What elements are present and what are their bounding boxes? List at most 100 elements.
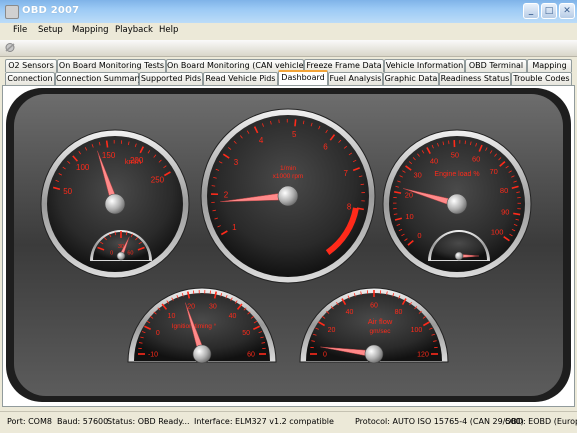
speed-mini-label: 60 (127, 251, 133, 257)
load-gauge-label: 100 (491, 228, 504, 237)
status-interface: Interface: ELM327 v1.2 compatible (194, 417, 334, 426)
timing-label: 10 (168, 313, 176, 320)
menu-file[interactable]: File (13, 25, 27, 35)
tab-vehicle-information[interactable]: Vehicle Information (384, 59, 465, 72)
window-title: OBD 2007 (22, 5, 79, 16)
rpm-gauge: 1 2 3 4 5 6 7 8 1/minx1000 rpm (201, 109, 375, 283)
airflow-label-line2: gm/sec (370, 328, 392, 335)
load-gauge-label: 80 (500, 186, 508, 195)
tab-read-vehicle-pids[interactable]: Read Vehicle Pids (203, 72, 278, 85)
speed-gauge-label: 100 (76, 163, 90, 172)
rpm-gauge-tick (361, 184, 364, 185)
airflow-hub (365, 345, 383, 363)
load-hub (447, 194, 467, 214)
speed-gauge-label: 250 (151, 175, 165, 184)
load-gauge: 0102030405060708090100Engine load % (383, 130, 531, 278)
speed-gauge-tick (107, 141, 108, 148)
status-bar: Port: COM8 Baud: 57600 Status: OBD Ready… (0, 411, 577, 433)
close-icon: ✕ (560, 4, 574, 18)
timing-label: 50 (242, 330, 250, 337)
tab-row-bottom: Connection Connection Summary Supported … (0, 72, 577, 86)
load-gauge-label: 30 (413, 170, 421, 179)
rpm-unit-line2: x1000 rpm (273, 173, 304, 180)
rpm-hub (278, 186, 298, 206)
close-button[interactable]: ✕ (559, 3, 575, 19)
speed-gauge-label: 150 (102, 151, 116, 160)
tab-trouble-codes[interactable]: Trouble Codes (511, 72, 572, 85)
load-gauge-label: 10 (405, 212, 413, 221)
tab-connection[interactable]: Connection (5, 72, 55, 85)
load-gauge-tick (394, 214, 397, 215)
timing-label: 30 (209, 304, 217, 311)
dashboard: 50100150200250km/h03060123456781/minx100… (6, 88, 571, 402)
rpm-gauge-label: 1 (232, 223, 237, 232)
load-gauge-label: 60 (472, 155, 480, 164)
minimize-icon: _ (524, 4, 538, 18)
speed-gauge: 50100150200250km/h03060 (41, 130, 189, 278)
toolbar (0, 40, 577, 57)
tab-fuel-analysis[interactable]: Fuel Analysis (328, 72, 383, 85)
tab-graphic-data[interactable]: Graphic Data (383, 72, 439, 85)
tab-mapping[interactable]: Mapping (527, 59, 572, 72)
speed-mini-label: 0 (110, 251, 113, 257)
airflow-label: 0 (323, 351, 327, 358)
status-state: Status: OBD Ready... (107, 417, 190, 426)
speed-unit-label: km/h (125, 157, 141, 166)
tab-readiness-status[interactable]: Readiness Status (439, 72, 511, 85)
load-label: Engine load % (434, 171, 479, 178)
status-port: Port: COM8 (7, 417, 52, 426)
airflow-label: 100 (411, 327, 423, 334)
timing-label: -10 (148, 351, 158, 358)
load-gauge-label: 90 (501, 208, 509, 217)
speed-hub (105, 194, 125, 214)
status-baud: Baud: 57600 (57, 417, 108, 426)
menu-mapping[interactable]: Mapping (72, 25, 108, 35)
app-icon[interactable] (5, 5, 19, 19)
tab-o2-sensors[interactable]: O2 Sensors (5, 59, 57, 72)
rpm-unit-line1: 1/min (280, 165, 296, 172)
connect-icon[interactable] (4, 42, 16, 53)
speed-gauge-label: 50 (63, 187, 72, 196)
rpm-gauge-label: 6 (323, 142, 328, 151)
load-gauge-tick (513, 213, 520, 214)
airflow-label: 20 (328, 327, 336, 334)
title-bar: OBD 2007 _ □ ✕ (0, 0, 577, 23)
airflow-label: 120 (417, 351, 429, 358)
timing-label: 60 (247, 351, 255, 358)
status-obd: OBD: EOBD (Europe) (505, 417, 577, 426)
load-gauge-label: 50 (451, 151, 459, 160)
tab-supported-pids[interactable]: Supported Pids (139, 72, 203, 85)
timing-label: 0 (156, 330, 160, 337)
menu-setup[interactable]: Setup (38, 25, 63, 35)
status-protocol: Protocol: AUTO ISO 15765-4 (CAN 29/500) (355, 417, 524, 426)
menu-playback[interactable]: Playback (115, 25, 153, 35)
load-gauge-label: 40 (430, 156, 438, 165)
timing-hub (193, 345, 211, 363)
tab-obd-terminal[interactable]: OBD Terminal (465, 59, 527, 72)
speed-mini-hub (117, 252, 125, 260)
rpm-gauge-label: 7 (343, 169, 348, 178)
load-mini-hub (455, 252, 463, 260)
menu-help[interactable]: Help (159, 25, 178, 35)
tab-dashboard[interactable]: Dashboard (278, 70, 328, 85)
timing-label: 40 (229, 313, 237, 320)
load-gauge-label: 0 (417, 231, 421, 240)
airflow-label: 80 (395, 309, 403, 316)
rpm-gauge-label: 5 (292, 130, 297, 139)
minimize-button[interactable]: _ (523, 3, 539, 19)
rpm-gauge-tick (295, 119, 296, 126)
menu-bar: File Setup Mapping Playback Help (0, 23, 577, 39)
rpm-gauge-label: 4 (259, 136, 264, 145)
maximize-button[interactable]: □ (541, 3, 557, 19)
rpm-gauge-label: 2 (224, 190, 229, 199)
rpm-gauge-label: 8 (347, 203, 352, 212)
airflow-label: 40 (346, 309, 354, 316)
timing-label: 20 (187, 304, 195, 311)
tab-on-board-monitoring-tests[interactable]: On Board Monitoring Tests (57, 59, 166, 72)
airflow-label-line1: Air flow (368, 317, 393, 326)
tab-connection-summary[interactable]: Connection Summary (55, 72, 139, 85)
maximize-icon: □ (542, 4, 556, 18)
rpm-gauge-label: 3 (234, 158, 239, 167)
load-gauge-label: 70 (490, 167, 498, 176)
airflow-label: 60 (370, 302, 378, 309)
